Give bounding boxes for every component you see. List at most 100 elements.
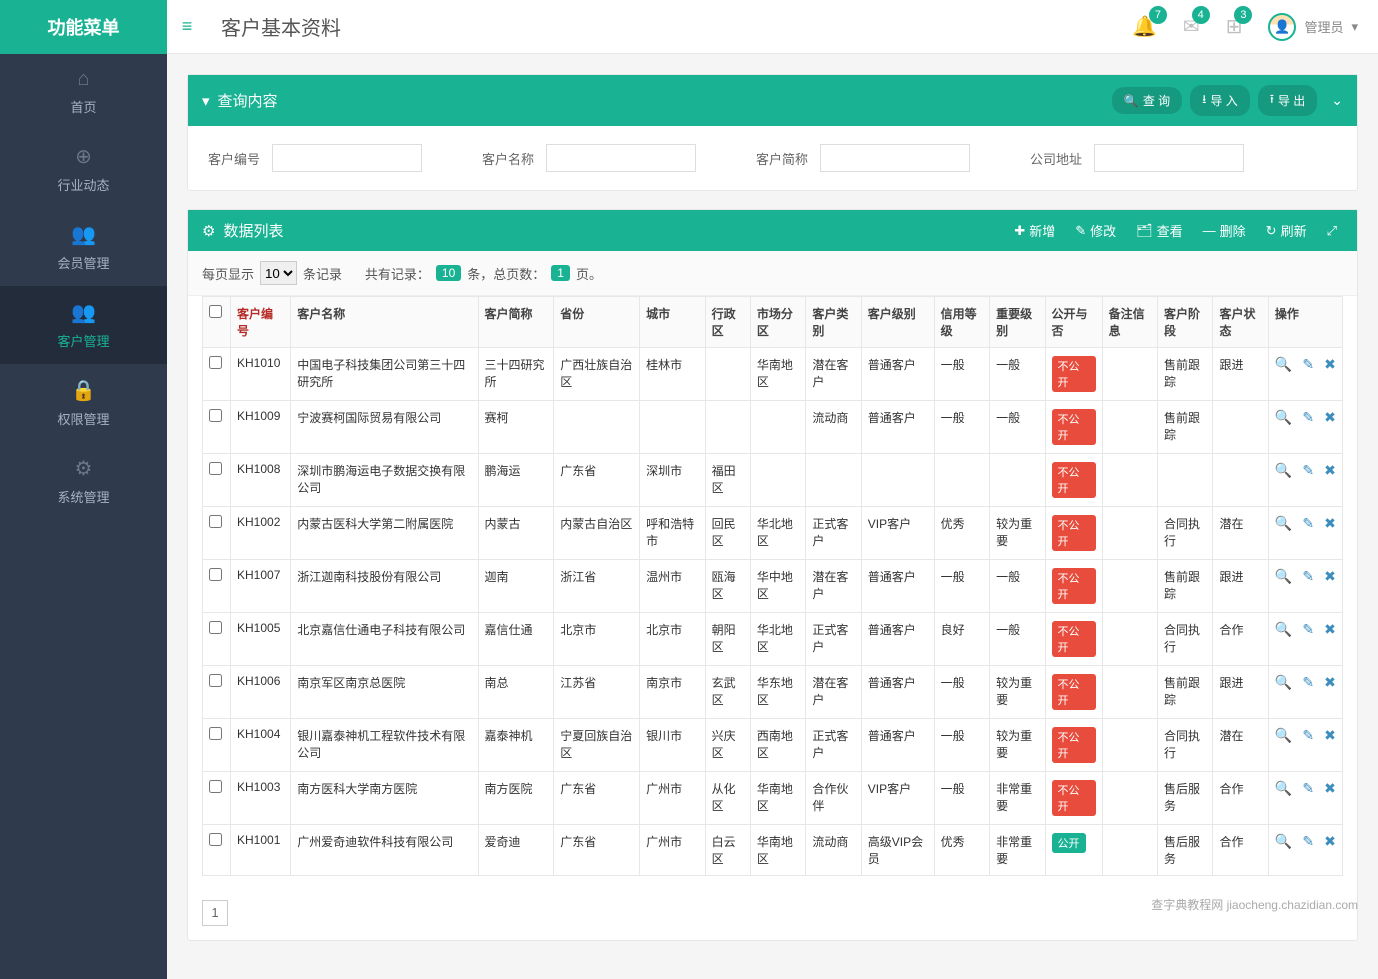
column-header[interactable]: 公开与否: [1045, 297, 1102, 348]
column-header[interactable]: 客户名称: [291, 297, 478, 348]
column-header[interactable]: 客户级别: [861, 297, 934, 348]
view-row-icon[interactable]: 🔍: [1275, 356, 1292, 373]
column-header[interactable]: 操作: [1268, 297, 1342, 348]
delete-row-icon[interactable]: ✖: [1324, 568, 1336, 585]
cell: 南方医院: [478, 772, 554, 825]
edit-row-icon[interactable]: ✎: [1302, 462, 1314, 479]
column-header[interactable]: 备注信息: [1102, 297, 1157, 348]
column-header[interactable]: 信用等级: [934, 297, 989, 348]
row-checkbox[interactable]: [209, 409, 222, 422]
page-1[interactable]: 1: [202, 900, 228, 926]
view-row-icon[interactable]: 🔍: [1275, 621, 1292, 638]
delete-row-icon[interactable]: ✖: [1324, 674, 1336, 691]
cell: [203, 348, 231, 401]
cell: 一般: [934, 719, 989, 772]
row-checkbox[interactable]: [209, 621, 222, 634]
view-row-icon[interactable]: 🔍: [1275, 833, 1292, 850]
menu-toggle[interactable]: ≡: [167, 16, 207, 37]
edit-row-icon[interactable]: ✎: [1302, 727, 1314, 744]
view-row-icon[interactable]: 🔍: [1275, 780, 1292, 797]
page-size-select[interactable]: 10: [260, 261, 297, 285]
delete-row-icon[interactable]: ✖: [1324, 833, 1336, 850]
row-checkbox[interactable]: [209, 515, 222, 528]
row-checkbox[interactable]: [209, 356, 222, 369]
import-button[interactable]: ⭳导 入: [1190, 85, 1250, 116]
query-button[interactable]: 🔍查 询: [1112, 87, 1182, 114]
view-row-icon[interactable]: 🔍: [1275, 674, 1292, 691]
sidebar-item-3[interactable]: 👥客户管理: [0, 286, 167, 364]
delete-row-icon[interactable]: ✖: [1324, 727, 1336, 744]
view-row-icon[interactable]: 🔍: [1275, 409, 1292, 426]
edit-row-icon[interactable]: ✎: [1302, 409, 1314, 426]
delete-row-icon[interactable]: ✖: [1324, 409, 1336, 426]
edit-row-icon[interactable]: ✎: [1302, 356, 1314, 373]
cell: 一般: [934, 401, 989, 454]
edit-row-icon[interactable]: ✎: [1302, 568, 1314, 585]
export-button[interactable]: ⭱导 出: [1258, 85, 1318, 116]
delete-row-icon[interactable]: ✖: [1324, 356, 1336, 373]
row-checkbox[interactable]: [209, 568, 222, 581]
bell-icon[interactable]: 🔔7: [1132, 14, 1157, 39]
delete-row-icon[interactable]: ✖: [1324, 462, 1336, 479]
delete-row-icon[interactable]: ✖: [1324, 780, 1336, 797]
sidebar-item-0[interactable]: ⌂首页: [0, 54, 167, 130]
edit-row-icon[interactable]: ✎: [1302, 515, 1314, 532]
delete-row-icon[interactable]: ✖: [1324, 515, 1336, 532]
field-input-2[interactable]: [820, 144, 970, 172]
column-header[interactable]: 客户编号: [231, 297, 291, 348]
edit-row-icon[interactable]: ✎: [1302, 833, 1314, 850]
view-row-icon[interactable]: 🔍: [1275, 515, 1292, 532]
collapse-icon[interactable]: ⌄: [1331, 92, 1343, 109]
cell: [1102, 507, 1157, 560]
view-button[interactable]: 🗂 查看: [1130, 221, 1189, 240]
view-row-icon[interactable]: 🔍: [1275, 568, 1292, 585]
sidebar-item-4[interactable]: 🔒权限管理: [0, 364, 167, 442]
table-row: KH1002内蒙古医科大学第二附属医院内蒙古内蒙古自治区呼和浩特市回民区华北地区…: [203, 507, 1343, 560]
add-button[interactable]: ✚ 新增: [1008, 221, 1061, 240]
column-header[interactable]: 客户类别: [806, 297, 861, 348]
row-checkbox[interactable]: [209, 727, 222, 740]
column-header[interactable]: 客户状态: [1213, 297, 1268, 348]
column-header[interactable]: 行政区: [705, 297, 750, 348]
edit-row-icon[interactable]: ✎: [1302, 674, 1314, 691]
column-header[interactable]: 重要级别: [990, 297, 1045, 348]
edit-row-icon[interactable]: ✎: [1302, 780, 1314, 797]
column-header[interactable]: 省份: [554, 297, 640, 348]
refresh-button[interactable]: ↻ 刷新: [1260, 221, 1313, 240]
column-header[interactable]: 城市: [640, 297, 706, 348]
row-checkbox[interactable]: [209, 462, 222, 475]
fullscreen-icon[interactable]: ⤢: [1321, 223, 1343, 239]
cell: 瓯海区: [705, 560, 750, 613]
user-menu[interactable]: 👤 管理员 ▾: [1268, 13, 1358, 41]
select-all-checkbox[interactable]: [209, 305, 222, 318]
view-row-icon[interactable]: 🔍: [1275, 462, 1292, 479]
cell: 潜在: [1213, 507, 1268, 560]
column-header[interactable]: 客户简称: [478, 297, 554, 348]
view-row-icon[interactable]: 🔍: [1275, 727, 1292, 744]
cell: VIP客户: [861, 507, 934, 560]
edit-button[interactable]: ✎ 修改: [1069, 221, 1122, 240]
cell: 从化区: [705, 772, 750, 825]
edit-row-icon[interactable]: ✎: [1302, 621, 1314, 638]
delete-button[interactable]: — 删除: [1197, 221, 1252, 240]
field-input-3[interactable]: [1094, 144, 1244, 172]
column-header[interactable]: 市场分区: [750, 297, 805, 348]
sidebar-item-1[interactable]: ⊕行业动态: [0, 130, 167, 208]
grid-icon[interactable]: ⊞3: [1226, 14, 1243, 39]
cell: 宁波赛柯国际贸易有限公司: [291, 401, 478, 454]
row-checkbox[interactable]: [209, 780, 222, 793]
field-input-0[interactable]: [272, 144, 422, 172]
column-header[interactable]: [203, 297, 231, 348]
sidebar-item-5[interactable]: ⚙系统管理: [0, 442, 167, 520]
column-header[interactable]: 客户阶段: [1158, 297, 1213, 348]
row-checkbox[interactable]: [209, 674, 222, 687]
cell: [203, 772, 231, 825]
cell: [554, 401, 640, 454]
cell: 🔍 ✎ ✖: [1268, 666, 1342, 719]
sidebar-item-2[interactable]: 👥会员管理: [0, 208, 167, 286]
row-checkbox[interactable]: [209, 833, 222, 846]
mail-icon[interactable]: ✉4: [1183, 14, 1200, 39]
delete-row-icon[interactable]: ✖: [1324, 621, 1336, 638]
cell: 不公开: [1045, 719, 1102, 772]
field-input-1[interactable]: [546, 144, 696, 172]
